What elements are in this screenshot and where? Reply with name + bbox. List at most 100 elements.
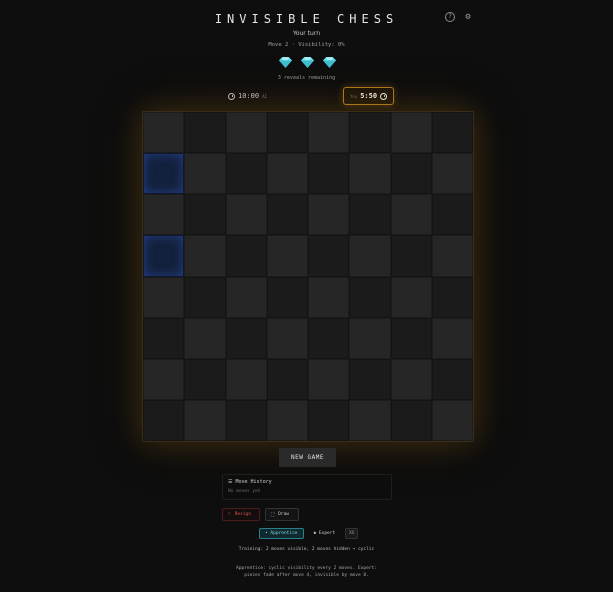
board-square[interactable] [431,153,473,195]
list-icon: ☰ [228,479,233,485]
board-square[interactable] [266,317,308,359]
board-square[interactable] [431,194,473,236]
board-square[interactable] [266,358,308,400]
board-square[interactable] [390,276,432,318]
board-square[interactable] [225,276,267,318]
resign-label: Resign [234,512,251,517]
board-square[interactable] [349,112,391,154]
chess-board [143,112,473,441]
board-square[interactable] [390,194,432,236]
board-square[interactable] [349,235,391,277]
board-square[interactable] [225,194,267,236]
board-square[interactable] [184,399,226,441]
board-square[interactable] [266,276,308,318]
board-square[interactable] [184,358,226,400]
board-square[interactable] [143,112,185,154]
reveal-gems [279,56,336,69]
board-square[interactable] [431,399,473,441]
board-square[interactable] [266,399,308,441]
board-square[interactable] [184,153,226,195]
gem-icon[interactable] [323,56,336,69]
board-square[interactable] [184,194,226,236]
board-square[interactable] [390,112,432,154]
board-square[interactable] [349,276,391,318]
board-square[interactable] [266,235,308,277]
board-square[interactable] [184,112,226,154]
board-square[interactable] [390,317,432,359]
board-square[interactable] [225,235,267,277]
board-square[interactable] [184,235,226,277]
mode-expert-button[interactable]: ◆ Expert [309,528,341,539]
mode-details: Apprentice: cyclic visibility every 2 mo… [236,566,377,578]
chess-board-frame [142,111,474,442]
board-square[interactable] [184,276,226,318]
board-square[interactable] [390,399,432,441]
board-square[interactable] [349,358,391,400]
player-time: 5:50 [360,92,378,100]
board-square[interactable] [308,358,350,400]
turn-indicator: Your turn [292,30,321,37]
board-square[interactable] [143,399,185,441]
opponent-clock: 10:00 AI [228,92,267,100]
board-square[interactable] [349,153,391,195]
move-history-title: Move History [235,479,272,485]
board-square[interactable] [143,235,185,277]
mode-selector: • Apprentice ◆ Expert XX [259,528,359,539]
new-game-button[interactable]: NEW GAME [279,448,336,467]
board-square[interactable] [431,276,473,318]
question-icon[interactable]: ? [445,12,455,22]
resign-button[interactable]: ⚐ Resign [222,508,260,521]
board-square[interactable] [225,153,267,195]
board-square[interactable] [308,153,350,195]
board-square[interactable] [143,358,185,400]
board-square[interactable] [266,112,308,154]
board-square[interactable] [308,194,350,236]
board-square[interactable] [431,317,473,359]
clock-icon [380,92,388,100]
board-square[interactable] [308,317,350,359]
move-history-header: ☰ Move History [228,479,386,485]
opponent-tag: AI [262,93,267,99]
board-square[interactable] [308,112,350,154]
board-square[interactable] [143,153,185,195]
board-square[interactable] [431,235,473,277]
action-buttons: ⚐ Resign ⛶ Draw [222,508,299,521]
handshake-icon: ⛶ [271,512,275,518]
reveals-remaining: 3 reveals remaining [277,75,336,81]
board-square[interactable] [390,358,432,400]
board-square[interactable] [143,194,185,236]
training-description: Training: 2 moves visible, 2 moves hidde… [238,547,375,552]
mode-apprentice-button[interactable]: • Apprentice [259,528,304,539]
board-square[interactable] [308,276,350,318]
board-square[interactable] [308,235,350,277]
board-square[interactable] [225,358,267,400]
gear-icon[interactable]: ⚙ [463,12,473,22]
board-square[interactable] [184,317,226,359]
board-square[interactable] [390,235,432,277]
flag-icon: ⚐ [228,512,231,517]
board-square[interactable] [349,317,391,359]
board-square[interactable] [143,317,185,359]
board-square[interactable] [225,112,267,154]
board-square[interactable] [349,399,391,441]
mode-extra-button[interactable]: XX [345,528,359,539]
move-visibility: Move 2 · Visibility: 0% [268,42,345,48]
gem-icon[interactable] [279,56,292,69]
board-square[interactable] [390,153,432,195]
gem-icon[interactable] [301,56,314,69]
player-tag: You [349,93,358,99]
board-square[interactable] [143,276,185,318]
board-square[interactable] [308,399,350,441]
clock-icon [228,92,235,100]
board-square[interactable] [266,194,308,236]
board-square[interactable] [349,194,391,236]
board-square[interactable] [431,112,473,154]
move-history-panel: ☰ Move History No moves yet [222,474,392,500]
board-square[interactable] [225,399,267,441]
page: INVISIBLE CHESS ? ⚙ Your turn Move 2 · V… [0,0,613,592]
board-square[interactable] [266,153,308,195]
board-square[interactable] [225,317,267,359]
draw-button[interactable]: ⛶ Draw [265,508,299,521]
player-clock: You 5:50 [343,87,394,105]
board-square[interactable] [431,358,473,400]
